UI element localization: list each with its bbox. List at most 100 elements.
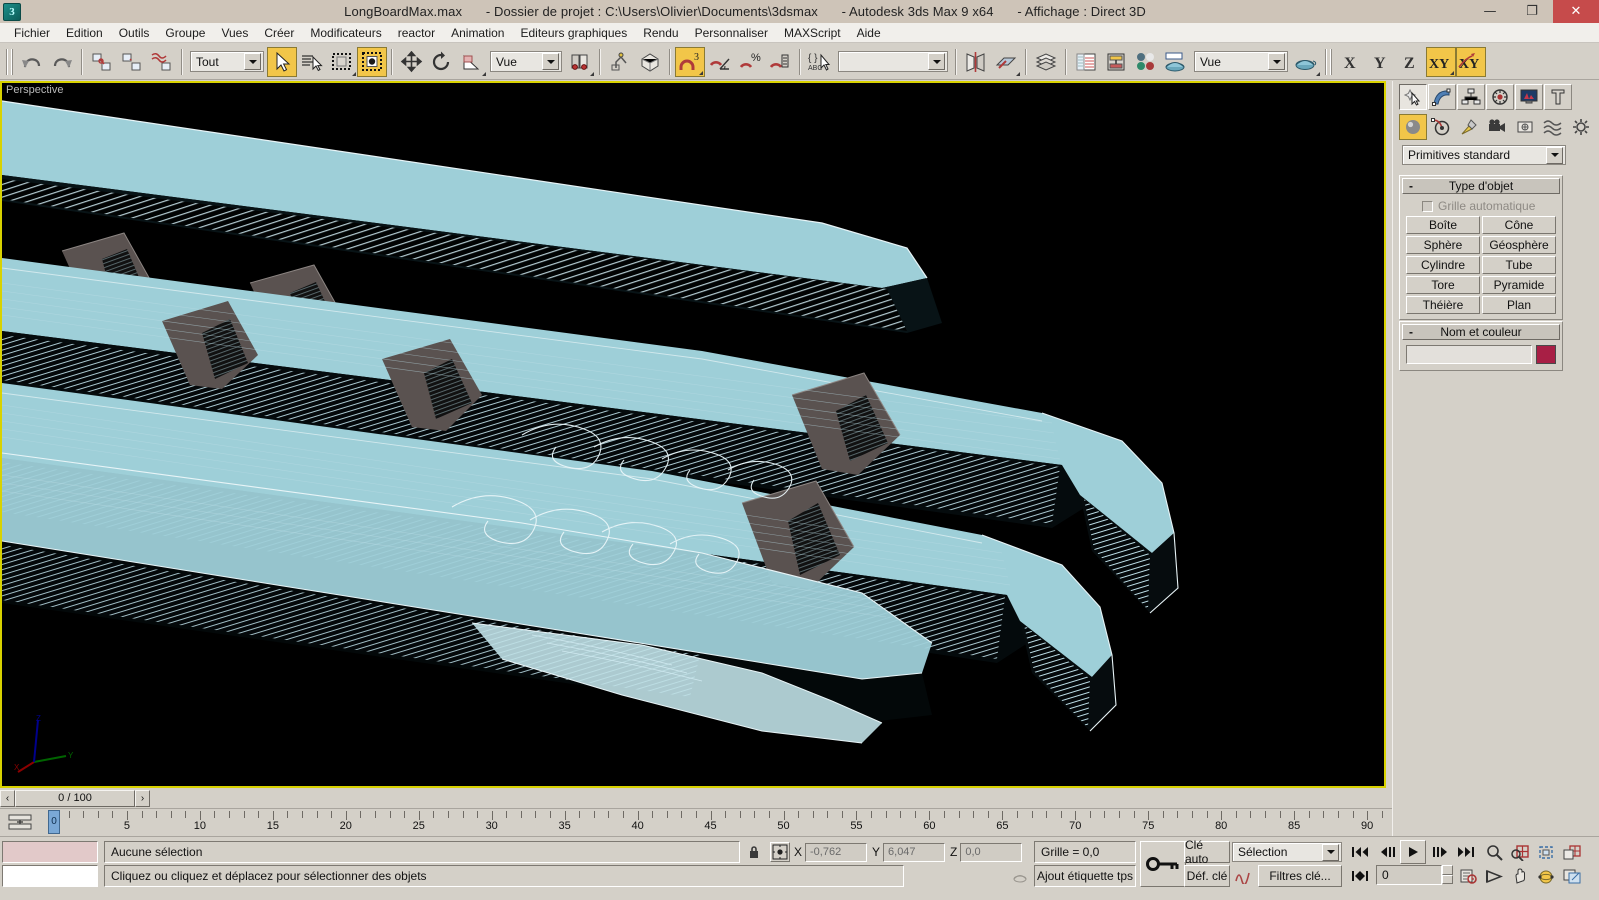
create-box-button[interactable]: Boîte <box>1406 216 1480 234</box>
zoom-icon[interactable] <box>1482 841 1506 863</box>
hierarchy-tab[interactable] <box>1457 84 1485 110</box>
menu-modificateurs[interactable]: Modificateurs <box>302 24 389 42</box>
pan-view-icon[interactable] <box>1508 865 1532 887</box>
render-type-combo[interactable]: Vue <box>1194 51 1288 72</box>
bind-to-space-warp-icon[interactable] <box>147 47 177 77</box>
chevron-down-icon[interactable] <box>244 53 261 70</box>
menu-editeurs-graphiques[interactable]: Editeurs graphiques <box>512 24 635 42</box>
display-tab[interactable] <box>1515 84 1543 110</box>
restore-button[interactable]: ❐ <box>1511 0 1553 23</box>
maxscript-mini-listener-output[interactable] <box>2 865 98 887</box>
time-configuration-icon[interactable] <box>1456 865 1480 887</box>
angle-snap-toggle-icon[interactable] <box>705 47 735 77</box>
menu-fichier[interactable]: Fichier <box>6 24 58 42</box>
layer-manager-icon[interactable] <box>1031 47 1061 77</box>
select-and-link-icon[interactable] <box>87 47 117 77</box>
motion-tab[interactable] <box>1486 84 1514 110</box>
menu-animation[interactable]: Animation <box>443 24 512 42</box>
restrict-to-y-icon[interactable]: Y <box>1366 47 1396 77</box>
open-mini-curve-editor-icon[interactable] <box>8 813 32 831</box>
percent-snap-toggle-icon[interactable]: % <box>735 47 765 77</box>
x-coordinate-field[interactable]: X -0,762 <box>794 841 868 863</box>
menu-rendu[interactable]: Rendu <box>635 24 686 42</box>
previous-frame-arrow[interactable]: ‹ <box>0 789 15 807</box>
snaps-toggle-icon[interactable]: 3 <box>675 46 705 77</box>
go-to-start-icon[interactable] <box>1348 841 1372 863</box>
use-pivot-point-center-icon[interactable] <box>565 47 595 77</box>
reference-coordinate-combo[interactable]: Vue <box>490 51 562 72</box>
maxscript-mini-listener-input[interactable] <box>2 841 98 863</box>
key-mode-toggle-icon[interactable] <box>1140 841 1186 887</box>
field-of-view-icon[interactable] <box>1482 865 1506 887</box>
menu-groupe[interactable]: Groupe <box>157 24 213 42</box>
y-coordinate-value[interactable]: 6,047 <box>883 842 946 862</box>
named-selection-combo[interactable] <box>838 51 948 72</box>
menu-creer[interactable]: Créer <box>256 24 302 42</box>
mirror-icon[interactable] <box>605 47 635 77</box>
create-pyramid-button[interactable]: Pyramide <box>1482 276 1556 294</box>
render-scene-dialog-icon[interactable] <box>1161 47 1191 77</box>
go-to-end-icon[interactable] <box>1454 841 1478 863</box>
systems-button[interactable] <box>1567 114 1595 140</box>
select-object-icon[interactable] <box>267 46 297 77</box>
zoom-extents-icon[interactable] <box>1534 841 1558 863</box>
z-coordinate-value[interactable]: 0,0 <box>960 842 1023 862</box>
object-name-input[interactable] <box>1406 345 1532 364</box>
quick-render-icon[interactable] <box>1291 47 1321 77</box>
restrict-to-z-icon[interactable]: Z <box>1396 47 1426 77</box>
helpers-button[interactable] <box>1511 114 1539 140</box>
next-frame-arrow[interactable]: › <box>135 789 150 807</box>
add-time-tag-button[interactable]: Ajout étiquette tps <box>1034 865 1136 887</box>
utilities-tab[interactable] <box>1544 84 1572 110</box>
absolute-relative-transform-icon[interactable] <box>770 842 790 862</box>
shapes-button[interactable] <box>1427 114 1455 140</box>
menu-aide[interactable]: Aide <box>849 24 889 42</box>
curve-editor-icon[interactable] <box>1071 47 1101 77</box>
unlink-selection-icon[interactable] <box>117 47 147 77</box>
create-teapot-button[interactable]: Théière <box>1406 296 1480 314</box>
create-cone-button[interactable]: Cône <box>1482 216 1556 234</box>
x-coordinate-value[interactable]: -0,762 <box>805 842 868 862</box>
spinner-snap-toggle-icon[interactable] <box>765 47 795 77</box>
create-tube-button[interactable]: Tube <box>1482 256 1556 274</box>
menu-edition[interactable]: Edition <box>58 24 111 42</box>
undo-icon[interactable] <box>17 47 47 77</box>
lights-button[interactable] <box>1455 114 1483 140</box>
menu-vues[interactable]: Vues <box>213 24 256 42</box>
restrict-plane-cycle-icon[interactable]: XY <box>1456 46 1486 77</box>
select-and-rotate-icon[interactable] <box>427 47 457 77</box>
object-color-swatch[interactable] <box>1536 345 1556 364</box>
align-tool-icon[interactable] <box>991 47 1021 77</box>
autogrid-checkbox-row[interactable]: Grille automatique <box>1400 196 1562 216</box>
arc-rotate-icon[interactable] <box>1534 865 1558 887</box>
zoom-all-icon[interactable] <box>1508 841 1532 863</box>
named-selection-sets-icon[interactable]: { } ABC <box>805 47 835 77</box>
create-torus-button[interactable]: Tore <box>1406 276 1480 294</box>
name-color-rollout-header[interactable]: - Nom et couleur <box>1402 324 1560 340</box>
chevron-down-icon[interactable] <box>1322 843 1339 861</box>
select-by-name-icon[interactable] <box>297 47 327 77</box>
menu-outils[interactable]: Outils <box>111 24 158 42</box>
maximize-viewport-toggle-icon[interactable] <box>1560 865 1584 887</box>
align-icon[interactable] <box>635 47 665 77</box>
geometry-button[interactable] <box>1399 114 1427 140</box>
object-type-rollout-header[interactable]: - Type d'objet <box>1402 178 1560 194</box>
mirror-selected-objects-icon[interactable] <box>961 47 991 77</box>
timeline-ruler[interactable]: 5101520253035404550556065707580859095100 <box>40 809 1599 836</box>
time-cursor[interactable]: 0 <box>48 810 60 834</box>
redo-icon[interactable] <box>47 47 77 77</box>
zoom-extents-all-icon[interactable] <box>1560 841 1584 863</box>
previous-frame-icon[interactable] <box>1376 841 1400 863</box>
close-button[interactable]: ✕ <box>1553 0 1599 23</box>
track-bar[interactable]: 5101520253035404550556065707580859095100… <box>0 808 1599 836</box>
key-filters-button[interactable]: Filtres clé... <box>1258 865 1342 887</box>
z-coordinate-field[interactable]: Z 0,0 <box>950 841 1023 863</box>
material-editor-icon[interactable] <box>1131 47 1161 77</box>
object-category-combo[interactable]: Primitives standard <box>1402 145 1566 165</box>
adaptive-degradation-icon[interactable] <box>1008 865 1032 887</box>
chevron-down-icon[interactable] <box>1546 146 1563 164</box>
toolbar-grip[interactable] <box>6 48 13 75</box>
menu-reactor[interactable]: reactor <box>390 24 443 42</box>
key-curve-icon[interactable] <box>1232 865 1254 887</box>
play-animation-icon[interactable] <box>1400 840 1426 864</box>
